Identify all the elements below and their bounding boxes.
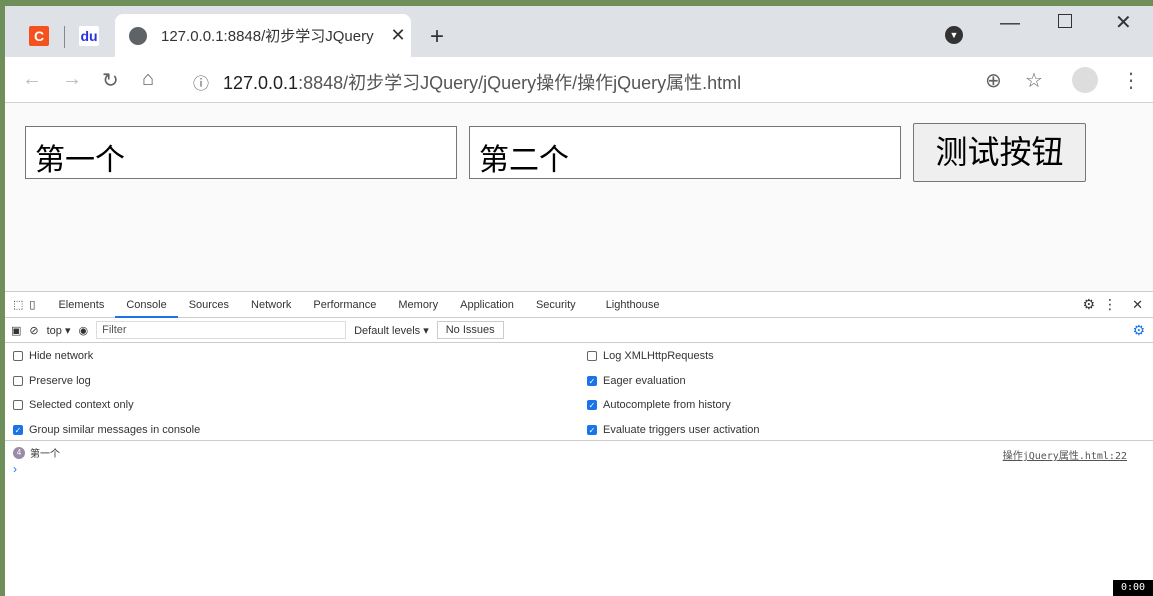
title-bar: C du 127.0.0.1:8848/初步学习JQuery ✕ + ▼ — ✕ — [5, 6, 1153, 57]
text-input-first[interactable]: 第一个 — [25, 126, 457, 179]
forward-icon[interactable]: → — [62, 68, 82, 91]
checkbox[interactable]: ✓ — [587, 375, 597, 386]
tab-application[interactable]: Application — [449, 292, 525, 318]
message-source-link[interactable]: 操作jQuery属性.html:22 — [1003, 447, 1127, 462]
console-settings: Hide network Preserve log Selected context… — [5, 344, 1153, 441]
recording-timer: 0:00 — [1113, 580, 1153, 596]
tab-lighthouse[interactable]: Lighthouse — [595, 292, 671, 318]
tab-network[interactable]: Network — [240, 292, 302, 318]
option-label: Eager evaluation — [603, 374, 686, 387]
option-autocomplete-from-history[interactable]: ✓ Autocomplete from history — [587, 399, 731, 411]
issues-button[interactable]: No Issues — [436, 321, 504, 339]
info-icon[interactable]: ⓘ — [193, 70, 209, 94]
globe-icon — [129, 26, 147, 45]
option-preserve-log[interactable]: Preserve log — [13, 375, 91, 387]
option-label: Selected context only — [29, 399, 134, 411]
tab-elements[interactable]: Elements — [47, 292, 115, 318]
option-label: Evaluate triggers user activation — [603, 423, 760, 436]
checkbox[interactable] — [587, 351, 597, 361]
device-toolbar-icon[interactable]: ▯ — [29, 298, 35, 311]
console-toolbar: ▣ ⊘ top ▾ ◉ Filter Default levels ▾ No I… — [5, 318, 1153, 343]
checkbox[interactable]: ✓ — [13, 424, 23, 435]
option-evaluate-triggers-user-activation[interactable]: ✓ Evaluate triggers user activation — [587, 424, 760, 436]
new-tab-button[interactable]: + — [430, 23, 444, 51]
context-selector[interactable]: top ▾ — [47, 324, 71, 337]
checkbox[interactable]: ✓ — [587, 400, 597, 410]
option-group-similar-messages-in-console[interactable]: ✓ Group similar messages in console — [13, 424, 200, 436]
option-hide-network[interactable]: Hide network — [13, 350, 93, 362]
console-message: 4 第一个 — [13, 445, 60, 460]
tab-security[interactable]: Security — [525, 292, 587, 318]
tab-performance[interactable]: Performance — [302, 292, 387, 318]
bookmark-star-icon[interactable]: ☆ — [1025, 68, 1043, 93]
devtools-panel: ⬚ ▯ Elements Console Sources Network Per… — [5, 291, 1153, 596]
page-content: 第一个 第二个 测试按钮 — [5, 103, 1153, 291]
console-prompt[interactable]: › — [13, 462, 17, 476]
console-settings-icon[interactable]: ⚙ — [1132, 322, 1145, 339]
url-field[interactable]: 127.0.0.1:8848/初步学习JQuery/jQuery操作/操作jQu… — [223, 69, 741, 95]
checkbox[interactable] — [13, 375, 23, 386]
option-label: Autocomplete from history — [603, 399, 731, 411]
checkbox[interactable] — [13, 351, 23, 361]
option-label: Log XMLHttpRequests — [603, 350, 714, 362]
test-button[interactable]: 测试按钮 — [913, 123, 1086, 182]
close-devtools-icon[interactable]: ✕ — [1132, 297, 1143, 313]
sidebar-toggle-icon[interactable]: ▣ — [11, 324, 21, 337]
clear-console-icon[interactable]: ⊘ — [29, 324, 38, 337]
tab-memory[interactable]: Memory — [387, 292, 449, 318]
csdn-tab-icon[interactable]: C — [29, 26, 49, 46]
inspect-icon[interactable]: ⬚ — [13, 298, 23, 311]
eye-icon[interactable]: ◉ — [79, 324, 89, 337]
tab-sources[interactable]: Sources — [178, 292, 240, 318]
checkbox[interactable] — [13, 400, 23, 410]
reload-icon[interactable]: ↻ — [102, 68, 119, 93]
tab-console[interactable]: Console — [115, 292, 178, 318]
option-label: Group similar messages in console — [29, 423, 201, 436]
back-icon[interactable]: ← — [22, 68, 42, 91]
option-label: Preserve log — [29, 374, 91, 387]
close-tab-icon[interactable]: ✕ — [385, 25, 411, 46]
active-tab[interactable]: 127.0.0.1:8848/初步学习JQuery ✕ — [115, 14, 411, 57]
text-input-second[interactable]: 第二个 — [469, 126, 901, 179]
devtools-tabs: ⬚ ▯ Elements Console Sources Network Per… — [5, 292, 1153, 318]
browser-window: C du 127.0.0.1:8848/初步学习JQuery ✕ + ▼ — ✕… — [5, 6, 1153, 596]
option-label: Hide network — [29, 350, 94, 362]
home-icon[interactable]: ⌂ — [142, 68, 154, 91]
baidu-tab-icon[interactable]: du — [79, 26, 99, 46]
option-selected-context-only[interactable]: Selected context only — [13, 399, 134, 411]
zoom-icon[interactable]: ⊕ — [985, 68, 1002, 93]
close-window-button[interactable]: ✕ — [1115, 10, 1132, 35]
log-levels-dropdown[interactable]: Default levels ▾ — [354, 324, 429, 337]
more-options-icon[interactable]: ⋮ — [1103, 296, 1117, 313]
checkbox[interactable]: ✓ — [587, 424, 597, 435]
filter-input[interactable]: Filter — [96, 321, 347, 339]
profile-avatar[interactable] — [1072, 67, 1098, 93]
menu-icon[interactable]: ⋮ — [1121, 68, 1141, 93]
option-log-xmlhttprequests[interactable]: Log XMLHttpRequests — [587, 350, 714, 362]
settings-gear-icon[interactable]: ⚙ — [1082, 296, 1095, 313]
tab-search-icon[interactable]: ▼ — [945, 26, 963, 44]
option-eager-evaluation[interactable]: ✓ Eager evaluation — [587, 375, 686, 387]
maximize-button[interactable] — [1058, 14, 1072, 28]
repeat-count-badge: 4 — [13, 446, 25, 459]
address-bar: ← → ↻ ⌂ ⓘ 127.0.0.1:8848/初步学习JQuery/jQue… — [5, 57, 1153, 103]
minimize-button[interactable]: — — [1000, 12, 1020, 35]
